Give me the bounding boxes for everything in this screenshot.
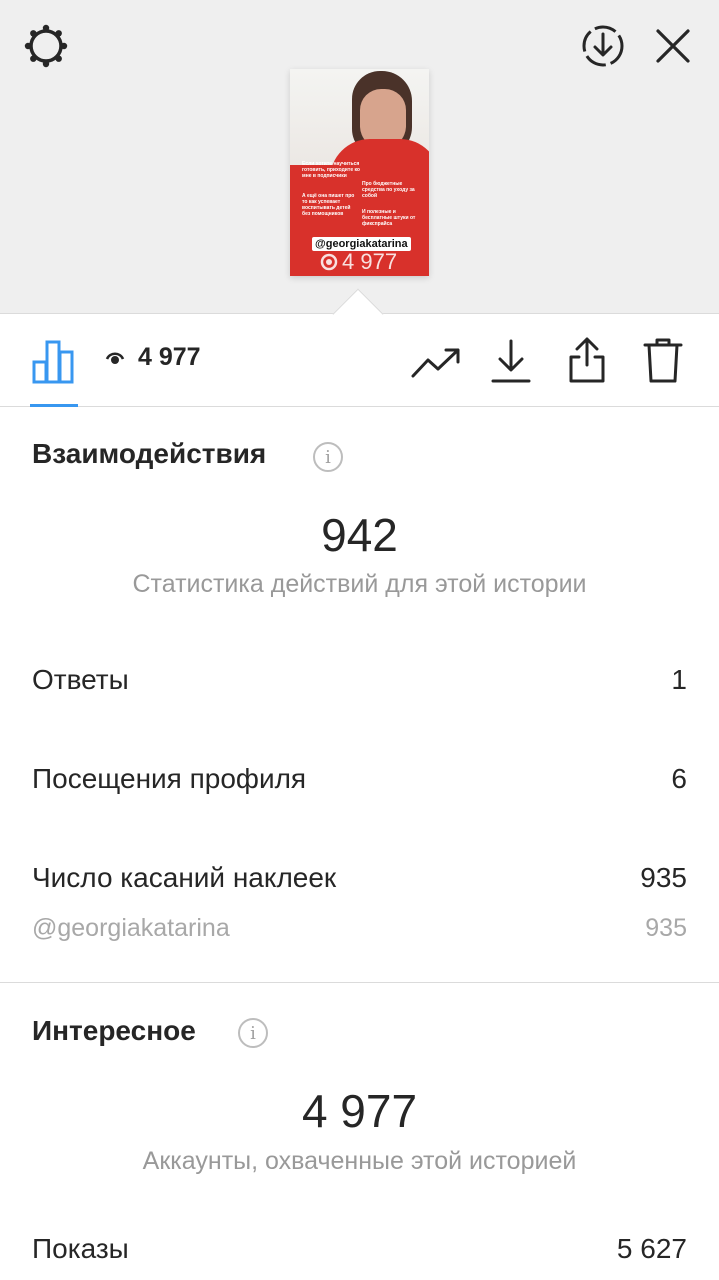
story-text-line: И полезные и бесплатные штуки от фикспра…	[362, 209, 416, 227]
eye-icon	[320, 253, 338, 271]
section-divider	[0, 982, 719, 983]
stat-value: 935	[640, 862, 687, 893]
story-preview-area: Если хотите научиться готовить, приходит…	[0, 0, 719, 314]
settings-gear-icon[interactable]	[18, 18, 74, 74]
download-icon[interactable]	[486, 335, 536, 387]
story-toolbar: 4 977	[0, 315, 719, 407]
interactions-title: Взаимодействия	[32, 438, 267, 469]
discovery-total: 4 977	[301, 1085, 418, 1137]
story-photo	[290, 69, 429, 179]
trash-icon[interactable]	[638, 333, 688, 387]
download-circle-icon[interactable]	[575, 18, 631, 74]
stat-sub-value: 935	[645, 914, 687, 942]
discovery-title: Интересное	[32, 1015, 196, 1046]
trending-icon[interactable]	[408, 337, 464, 387]
stat-value: 1	[671, 664, 687, 695]
stat-row-impressions: Показы 5 627	[32, 1233, 687, 1265]
stat-value: 5 627	[616, 1233, 687, 1264]
story-text-line: Про бюджетные средства по уходу за собой	[362, 181, 415, 199]
stat-row-replies: Ответы 1	[32, 664, 687, 696]
stat-label: Посещения профиля	[32, 763, 307, 794]
stat-row-sticker-taps: Число касаний наклеек 935	[32, 862, 687, 894]
story-thumbnail[interactable]: Если хотите научиться готовить, приходит…	[290, 69, 429, 276]
interactions-subtitle: Статистика действий для этой истории	[132, 570, 587, 598]
stat-value: 6	[671, 763, 687, 794]
story-views-count: 4 977	[342, 249, 398, 274]
info-icon[interactable]: i	[313, 442, 343, 472]
interactions-total: 942	[321, 509, 398, 561]
share-icon[interactable]	[562, 333, 612, 387]
stat-label: Показы	[32, 1233, 129, 1264]
eye-icon	[105, 351, 125, 364]
story-text-line: Если хотите научиться готовить, приходит…	[302, 161, 360, 179]
story-text-line: А ещё она пишет про то как успевает восп…	[302, 193, 355, 217]
stat-row-mention-sticker: @georgiakatarina 935	[32, 914, 687, 943]
views-count: 4 977	[138, 343, 201, 371]
close-icon[interactable]	[645, 18, 701, 74]
story-views-overlay: 4 977	[320, 249, 397, 275]
stat-sub-label: @georgiakatarina	[32, 914, 230, 942]
bar-chart-icon[interactable]	[24, 335, 84, 387]
stat-label: Число касаний наклеек	[32, 862, 337, 893]
stat-label: Ответы	[32, 664, 129, 695]
active-tab-indicator	[30, 404, 78, 407]
discovery-subtitle: Аккаунты, охваченные этой историей	[142, 1147, 577, 1175]
info-icon[interactable]: i	[238, 1018, 268, 1048]
views-summary: 4 977	[104, 343, 201, 372]
stat-row-profile-visits: Посещения профиля 6	[32, 763, 687, 795]
